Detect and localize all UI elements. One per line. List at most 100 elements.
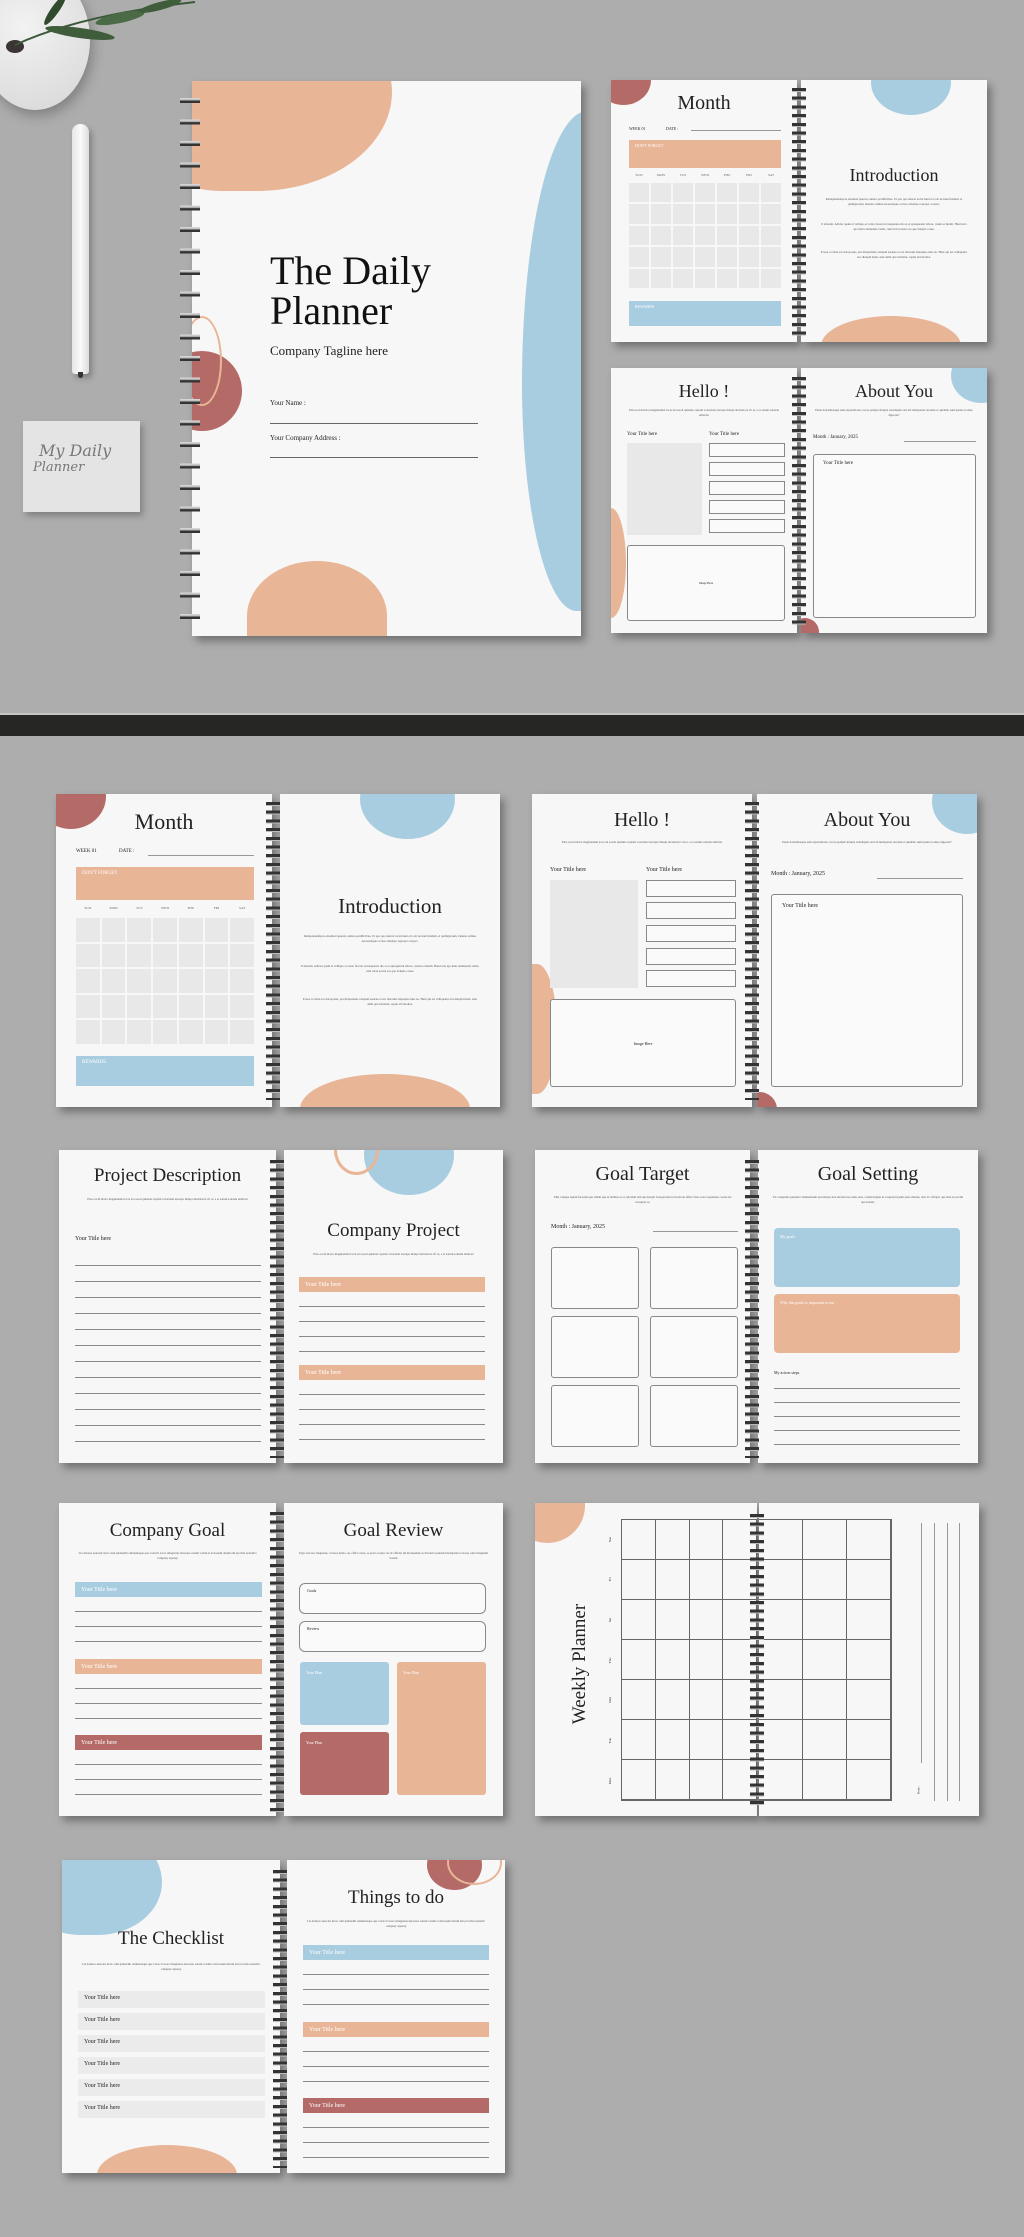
weekly-grid-left[interactable]: [621, 1519, 757, 1801]
calendar-cell[interactable]: [739, 183, 759, 203]
goal-box[interactable]: [551, 1385, 639, 1447]
calendar-cell[interactable]: [178, 969, 203, 993]
calendar-cell[interactable]: [629, 268, 649, 288]
calendar-cell[interactable]: [204, 943, 229, 968]
checklist-item[interactable]: Your Title here: [78, 2035, 265, 2052]
calendar-cell[interactable]: [629, 225, 649, 246]
writing-lines[interactable]: [303, 1960, 489, 2005]
month-line[interactable]: [877, 878, 963, 879]
hello-field[interactable]: [709, 443, 785, 457]
calendar-cell[interactable]: [101, 943, 126, 968]
calendar-cell[interactable]: [204, 969, 229, 993]
calendar-cell[interactable]: [673, 247, 693, 267]
my-goals-box[interactable]: My goals: [774, 1228, 960, 1287]
calendar-cell[interactable]: [153, 994, 177, 1019]
about-box[interactable]: Your Title here: [771, 894, 963, 1087]
calendar-cell[interactable]: [178, 994, 203, 1019]
about-box[interactable]: Your Title here: [813, 454, 976, 618]
hello-field[interactable]: [709, 462, 785, 476]
month-line[interactable]: [653, 1231, 738, 1232]
calendar-cell[interactable]: [127, 969, 152, 993]
calendar-cell[interactable]: [76, 969, 100, 993]
checklist-item[interactable]: Your Title here: [78, 2013, 265, 2030]
calendar-cell[interactable]: [761, 225, 781, 246]
writing-lines[interactable]: [774, 1375, 960, 1445]
hello-field[interactable]: [646, 948, 736, 965]
calendar-cell[interactable]: [717, 204, 737, 224]
goal-box[interactable]: [551, 1247, 639, 1309]
notes-line[interactable]: [921, 1523, 922, 1763]
calendar-cell[interactable]: [204, 1020, 229, 1044]
weekly-grid-right[interactable]: [759, 1519, 892, 1801]
hello-field[interactable]: [709, 519, 785, 533]
goal-box[interactable]: [650, 1247, 738, 1309]
writing-lines[interactable]: [75, 1750, 262, 1795]
writing-lines[interactable]: [303, 2037, 489, 2082]
calendar-cell[interactable]: [629, 204, 649, 224]
calendar-cell[interactable]: [717, 268, 737, 288]
calendar-cell[interactable]: [761, 268, 781, 288]
hello-field[interactable]: [646, 925, 736, 942]
calendar-cell[interactable]: [717, 183, 737, 203]
calendar-cell[interactable]: [101, 1020, 126, 1044]
writing-lines[interactable]: [75, 1250, 261, 1442]
goals-box[interactable]: Goals: [299, 1583, 486, 1614]
calendar-cell[interactable]: [761, 247, 781, 267]
calendar-cell[interactable]: [673, 183, 693, 203]
checklist-item[interactable]: Your Title here: [78, 1991, 265, 2008]
calendar-cell[interactable]: [651, 268, 671, 288]
hello-field[interactable]: [646, 970, 736, 987]
calendar-cell[interactable]: [673, 225, 693, 246]
calendar-cell[interactable]: [739, 204, 759, 224]
date-line[interactable]: [691, 130, 781, 131]
notes-line[interactable]: [959, 1523, 960, 1801]
calendar-cell[interactable]: [695, 268, 715, 288]
calendar-cell[interactable]: [204, 918, 229, 942]
calendar-cell[interactable]: [230, 994, 254, 1019]
checklist-item[interactable]: Your Title here: [78, 2057, 265, 2074]
checklist-item[interactable]: Your Title here: [78, 2101, 265, 2118]
calendar-cell[interactable]: [761, 183, 781, 203]
notes-line[interactable]: [934, 1523, 935, 1801]
goal-box[interactable]: [650, 1385, 738, 1447]
calendar-cell[interactable]: [695, 204, 715, 224]
why-important-box[interactable]: Why this goals is important to me: [774, 1294, 960, 1353]
calendar-cell[interactable]: [230, 918, 254, 942]
goal-box[interactable]: [650, 1316, 738, 1378]
calendar-cell[interactable]: [695, 225, 715, 246]
hello-field[interactable]: [646, 880, 736, 897]
writing-lines[interactable]: [299, 1380, 485, 1440]
month-line[interactable]: [904, 441, 976, 442]
calendar-cell[interactable]: [230, 943, 254, 968]
calendar-cell[interactable]: [76, 918, 100, 942]
calendar-cell[interactable]: [178, 1020, 203, 1044]
writing-lines[interactable]: [299, 1292, 485, 1352]
calendar-cell[interactable]: [127, 1020, 152, 1044]
plan-box[interactable]: Your Plan: [397, 1662, 486, 1795]
calendar-cell[interactable]: [651, 183, 671, 203]
date-line[interactable]: [148, 855, 254, 856]
hello-field[interactable]: [709, 481, 785, 495]
hello-field[interactable]: [709, 500, 785, 514]
calendar-cell[interactable]: [178, 943, 203, 968]
calendar-cell[interactable]: [153, 918, 177, 942]
calendar-cell[interactable]: [673, 268, 693, 288]
calendar-cell[interactable]: [153, 943, 177, 968]
calendar-cell[interactable]: [673, 204, 693, 224]
calendar-cell[interactable]: [153, 1020, 177, 1044]
notes-line[interactable]: [947, 1523, 948, 1801]
calendar-cell[interactable]: [230, 1020, 254, 1044]
calendar-cell[interactable]: [127, 943, 152, 968]
calendar-cell[interactable]: [204, 994, 229, 1019]
calendar-cell[interactable]: [76, 994, 100, 1019]
review-box[interactable]: Review: [299, 1621, 486, 1652]
calendar-cell[interactable]: [76, 943, 100, 968]
calendar-cell[interactable]: [76, 1020, 100, 1044]
calendar-cell[interactable]: [651, 204, 671, 224]
address-field[interactable]: [270, 457, 478, 458]
calendar-cell[interactable]: [101, 994, 126, 1019]
calendar-cell[interactable]: [739, 225, 759, 246]
calendar-cell[interactable]: [230, 969, 254, 993]
calendar-cell[interactable]: [695, 183, 715, 203]
calendar-cell[interactable]: [101, 918, 126, 942]
